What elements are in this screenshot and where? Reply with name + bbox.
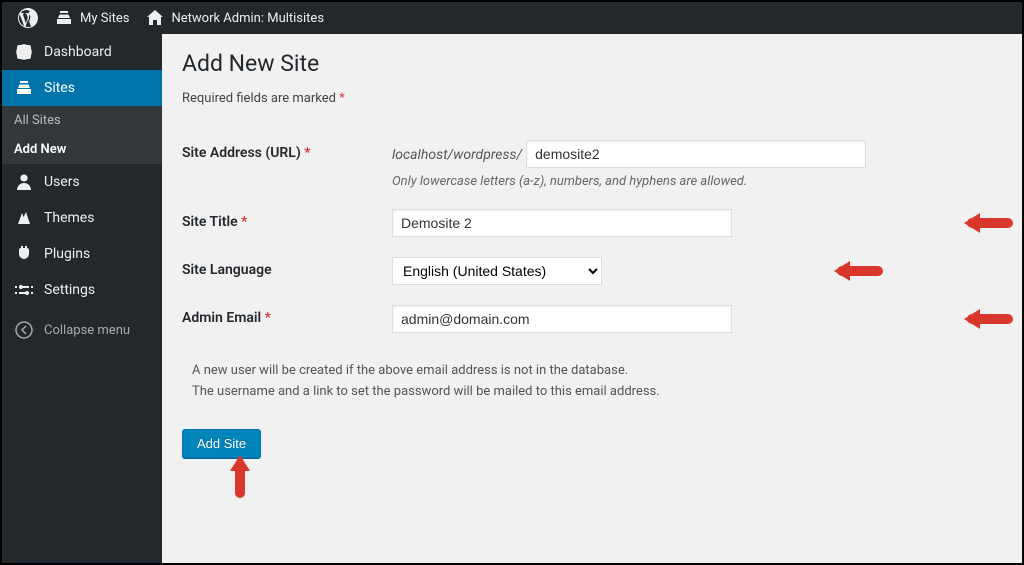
annotation-arrow-icon [962,305,1018,333]
plugins-icon [14,244,34,264]
sites-icon [54,8,74,28]
settings-icon [14,280,34,300]
sidebar-submenu-sites: All Sites Add New [2,106,162,164]
sidebar-item-label: Dashboard [44,44,112,60]
themes-icon [14,208,34,228]
sidebar-item-label: Users [44,174,80,190]
label-admin-email: Admin Email * [182,295,392,343]
sidebar-item-label: Themes [44,210,94,226]
sidebar-item-users[interactable]: Users [2,164,162,200]
home-icon [145,8,165,28]
admin-sidebar: Dashboard Sites All Sites Add New Users [2,34,162,563]
site-address-input[interactable] [526,140,866,168]
annotation-arrow-icon [962,209,1018,237]
toolbar-network-admin[interactable]: Network Admin: Multisites [137,2,332,34]
sites-icon [14,78,34,98]
form-table: Site Address (URL) * localhost/wordpress… [182,130,1002,343]
sidebar-item-label: Sites [44,80,75,96]
toolbar-my-sites[interactable]: My Sites [46,2,137,34]
sidebar-item-sites[interactable]: Sites [2,70,162,106]
dashboard-icon [14,42,34,62]
admin-toolbar: My Sites Network Admin: Multisites [2,2,1022,34]
toolbar-my-sites-label: My Sites [80,11,129,26]
required-note: Required fields are marked * [182,91,1002,106]
wordpress-logo-icon [18,8,38,28]
sidebar-item-dashboard[interactable]: Dashboard [2,34,162,70]
label-site-language: Site Language [182,247,392,295]
submenu-add-new[interactable]: Add New [2,135,162,164]
sidebar-item-themes[interactable]: Themes [2,200,162,236]
site-language-select[interactable]: English (United States) [392,257,602,285]
sidebar-item-label: Settings [44,282,95,298]
collapse-menu[interactable]: Collapse menu [2,312,162,348]
sidebar-item-settings[interactable]: Settings [2,272,162,308]
site-title-input[interactable] [392,209,732,237]
admin-email-input[interactable] [392,305,732,333]
wp-logo-menu[interactable] [10,2,46,34]
collapse-icon [14,320,34,340]
page-title: Add New Site [182,50,1002,77]
label-site-title: Site Title * [182,199,392,247]
sidebar-item-plugins[interactable]: Plugins [2,236,162,272]
annotation-arrow-icon [220,451,260,505]
sidebar-item-label: Plugins [44,246,90,262]
collapse-label: Collapse menu [44,323,130,338]
site-address-help: Only lowercase letters (a-z), numbers, a… [392,174,992,189]
label-site-address: Site Address (URL) * [182,130,392,199]
main-content: Add New Site Required fields are marked … [162,34,1022,563]
site-address-prefix: localhost/wordpress/ [392,147,522,163]
users-icon [14,172,34,192]
info-text: A new user will be created if the above … [182,361,1002,403]
submenu-all-sites[interactable]: All Sites [2,106,162,135]
toolbar-network-admin-label: Network Admin: Multisites [171,11,324,26]
annotation-arrow-icon [832,257,888,285]
